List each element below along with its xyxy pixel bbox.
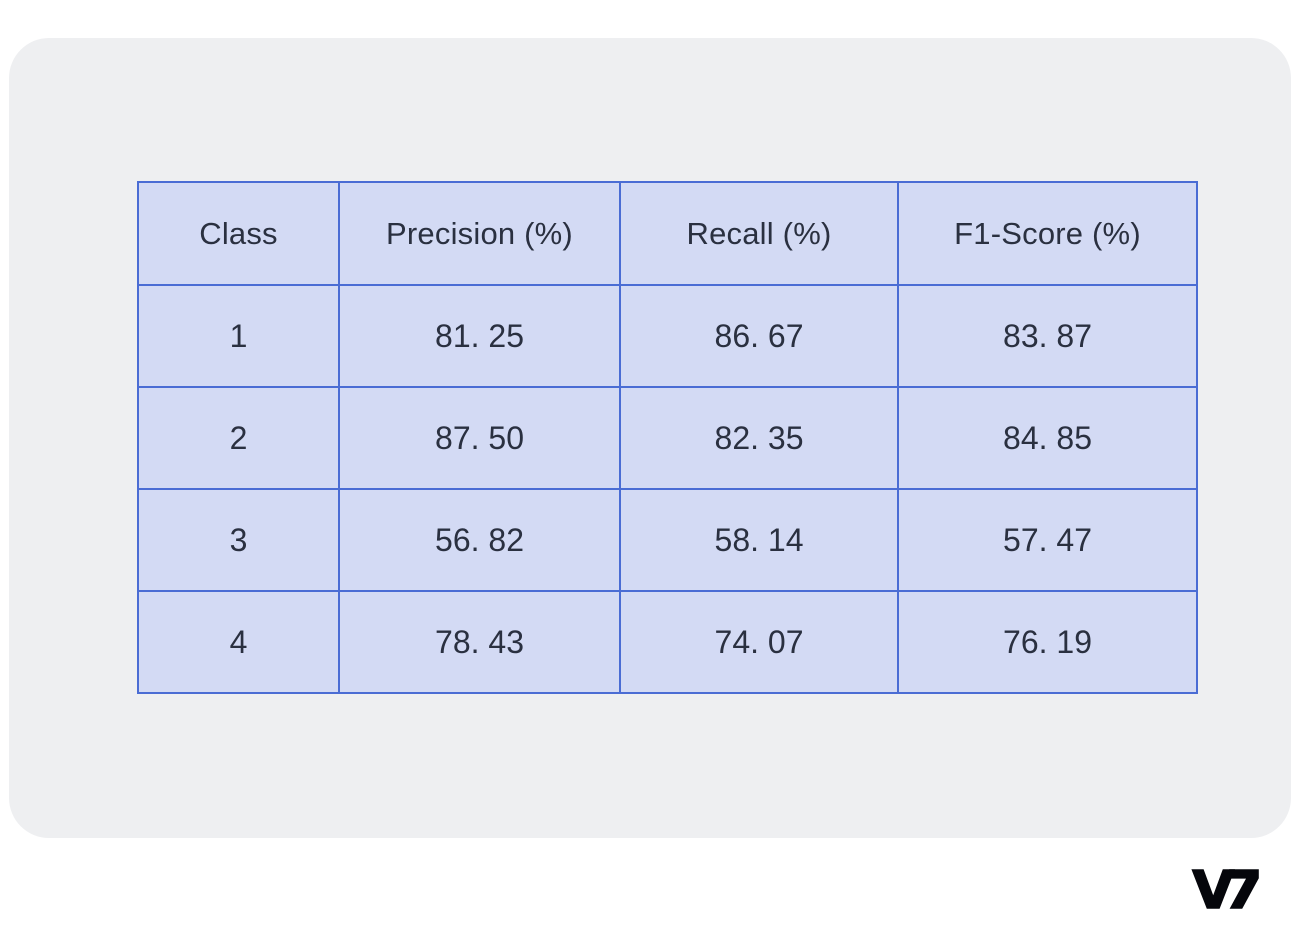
cell-precision: 78. 43	[338, 590, 621, 694]
cell-class: 2	[137, 386, 340, 490]
table-header-row: Class Precision (%) Recall (%) F1-Score …	[137, 181, 1198, 286]
metrics-table-container: Class Precision (%) Recall (%) F1-Score …	[137, 181, 1198, 696]
column-header-precision: Precision (%)	[338, 181, 621, 286]
metrics-table: Class Precision (%) Recall (%) F1-Score …	[137, 181, 1198, 694]
v7-logo-icon	[1189, 868, 1261, 910]
cell-recall: 86. 67	[619, 284, 899, 388]
cell-recall: 58. 14	[619, 488, 899, 592]
table-row: 2 87. 50 82. 35 84. 85	[137, 386, 1198, 490]
cell-f1-score: 57. 47	[897, 488, 1198, 592]
content-card: Class Precision (%) Recall (%) F1-Score …	[9, 38, 1291, 838]
table-row: 1 81. 25 86. 67 83. 87	[137, 284, 1198, 388]
table-row: 3 56. 82 58. 14 57. 47	[137, 488, 1198, 592]
cell-precision: 56. 82	[338, 488, 621, 592]
cell-recall: 82. 35	[619, 386, 899, 490]
cell-class: 1	[137, 284, 340, 388]
column-header-f1-score: F1-Score (%)	[897, 181, 1198, 286]
table-header: Class Precision (%) Recall (%) F1-Score …	[137, 181, 1198, 286]
table-row: 4 78. 43 74. 07 76. 19	[137, 590, 1198, 694]
table-body: 1 81. 25 86. 67 83. 87 2 87. 50 82. 35 8…	[137, 284, 1198, 694]
column-header-class: Class	[137, 181, 340, 286]
cell-class: 4	[137, 590, 340, 694]
cell-f1-score: 84. 85	[897, 386, 1198, 490]
column-header-recall: Recall (%)	[619, 181, 899, 286]
cell-f1-score: 83. 87	[897, 284, 1198, 388]
cell-precision: 81. 25	[338, 284, 621, 388]
cell-f1-score: 76. 19	[897, 590, 1198, 694]
cell-class: 3	[137, 488, 340, 592]
cell-recall: 74. 07	[619, 590, 899, 694]
cell-precision: 87. 50	[338, 386, 621, 490]
